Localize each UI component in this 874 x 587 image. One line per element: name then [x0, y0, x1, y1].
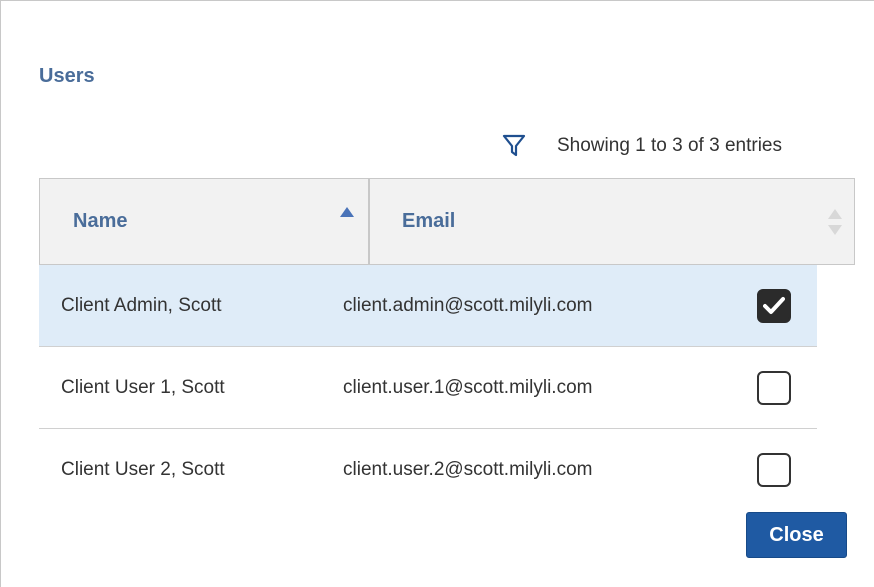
- table-row[interactable]: Client User 1, Scott client.user.1@scott…: [39, 347, 817, 429]
- cell-email: client.admin@scott.milyli.com: [343, 295, 593, 316]
- dialog-title: Users: [39, 65, 95, 87]
- entries-info: Showing 1 to 3 of 3 entries: [557, 135, 782, 156]
- checkmark-icon: [763, 297, 785, 314]
- cell-email: client.user.1@scott.milyli.com: [343, 377, 593, 398]
- table-row[interactable]: Client User 2, Scott client.user.2@scott…: [39, 429, 817, 511]
- column-header-label: Name: [73, 210, 128, 232]
- filter-icon[interactable]: [501, 133, 527, 159]
- table-header: Name Email: [39, 178, 855, 265]
- row-select-checkbox[interactable]: [757, 289, 791, 323]
- table-body: Client Admin, Scott client.admin@scott.m…: [39, 265, 855, 511]
- users-dialog: Users Showing 1 to 3 of 3 entries Name E…: [0, 0, 874, 587]
- column-header-label: Email: [402, 210, 456, 232]
- users-table: Name Email Client Admin, Scott client.ad…: [39, 178, 855, 511]
- row-select-checkbox[interactable]: [757, 371, 791, 405]
- column-header-email[interactable]: Email: [370, 179, 854, 264]
- cell-name: Client Admin, Scott: [61, 295, 222, 316]
- cell-name: Client User 1, Scott: [61, 377, 225, 398]
- column-header-name[interactable]: Name: [40, 179, 370, 264]
- sort-asc-icon: [340, 207, 354, 217]
- sort-both-icon: [828, 209, 842, 237]
- table-row[interactable]: Client Admin, Scott client.admin@scott.m…: [39, 265, 817, 347]
- close-button[interactable]: Close: [746, 512, 847, 558]
- cell-email: client.user.2@scott.milyli.com: [343, 459, 593, 480]
- cell-name: Client User 2, Scott: [61, 459, 225, 480]
- row-select-checkbox[interactable]: [757, 453, 791, 487]
